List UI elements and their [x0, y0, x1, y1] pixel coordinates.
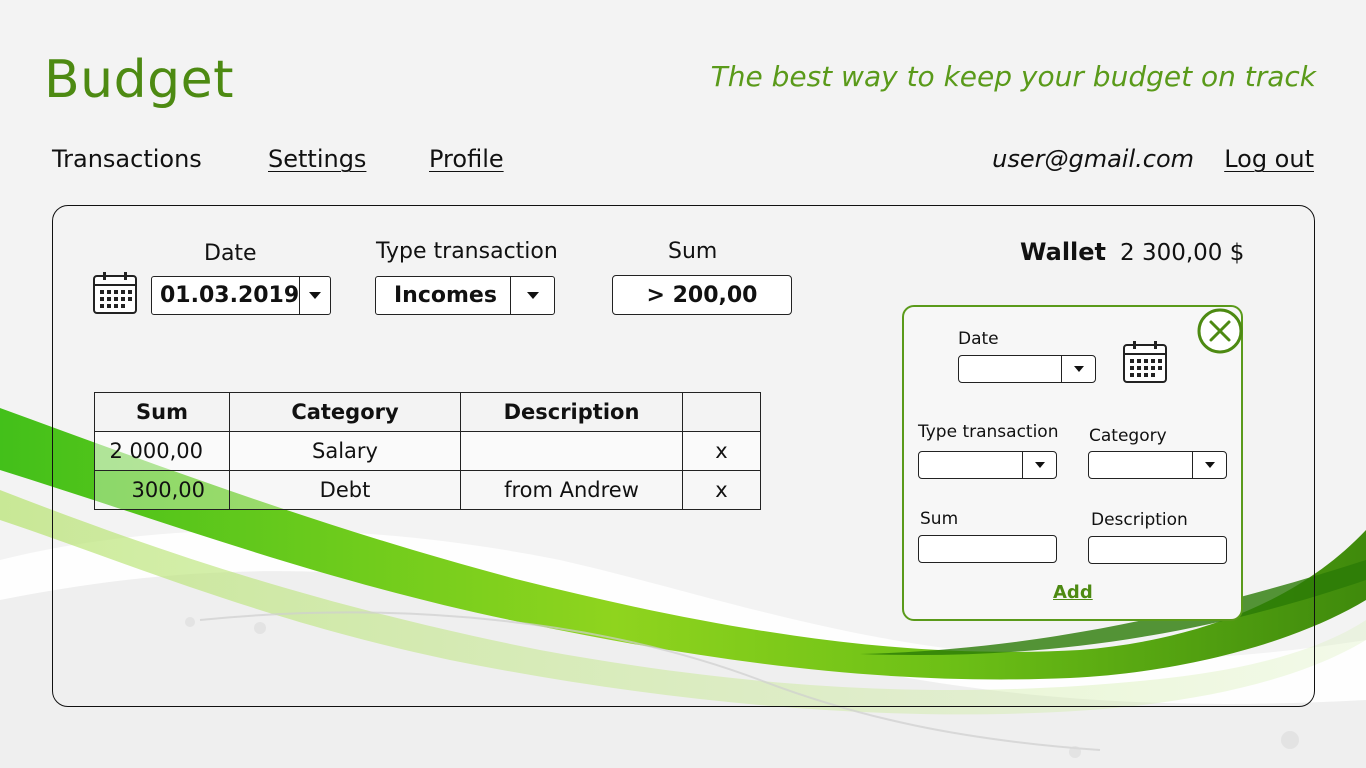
cell-category: Debt: [229, 470, 461, 510]
date-filter-label: Date: [204, 241, 257, 266]
sum-filter-value: > 200,00: [646, 282, 758, 308]
type-filter-label: Type transaction: [376, 239, 558, 264]
calendar-icon[interactable]: [92, 270, 138, 316]
dropdown-arrow-icon[interactable]: [1192, 452, 1226, 478]
add-category-label: Category: [1089, 426, 1167, 446]
col-category: Category: [229, 392, 461, 432]
add-date-label: Date: [958, 329, 999, 349]
add-type-label: Type transaction: [918, 422, 1059, 442]
transactions-table: Sum Category Description 2 000,00 Salary…: [94, 392, 761, 510]
col-description: Description: [460, 392, 683, 432]
dropdown-arrow-icon[interactable]: [510, 277, 554, 314]
sum-filter-input[interactable]: > 200,00: [612, 275, 792, 315]
date-filter-value: 01.03.2019: [160, 283, 300, 308]
add-sum-input[interactable]: [918, 535, 1057, 563]
logout-link[interactable]: Log out: [1224, 145, 1314, 173]
add-category-select[interactable]: [1088, 451, 1227, 479]
col-sum: Sum: [94, 392, 230, 432]
type-filter-select[interactable]: Incomes: [375, 276, 555, 315]
nav-transactions[interactable]: Transactions: [52, 145, 202, 173]
type-filter-value: Incomes: [394, 283, 497, 308]
calendar-icon[interactable]: [1122, 339, 1168, 385]
wallet-label: Wallet: [1020, 238, 1107, 266]
cell-category: Salary: [229, 431, 461, 471]
add-button[interactable]: Add: [1053, 582, 1093, 603]
delete-row-button[interactable]: x: [682, 470, 761, 510]
table-row: 2 000,00 Salary x: [94, 431, 761, 471]
cell-sum: 2 000,00: [94, 431, 230, 471]
nav-settings[interactable]: Settings: [268, 145, 366, 173]
add-type-select[interactable]: [918, 451, 1057, 479]
dropdown-arrow-icon[interactable]: [299, 277, 330, 314]
dropdown-arrow-icon[interactable]: [1022, 452, 1056, 478]
sum-filter-label: Sum: [668, 239, 718, 264]
add-date-select[interactable]: [958, 355, 1096, 383]
cell-sum: 300,00: [94, 470, 230, 510]
dropdown-arrow-icon[interactable]: [1061, 356, 1095, 382]
table-header-row: Sum Category Description: [94, 392, 761, 432]
col-actions: [682, 392, 761, 432]
add-description-label: Description: [1091, 510, 1188, 530]
wallet-value: 2 300,00 $: [1120, 240, 1245, 266]
user-email: user@gmail.com: [992, 145, 1194, 173]
date-filter-select[interactable]: 01.03.2019: [151, 276, 331, 315]
add-description-input[interactable]: [1088, 536, 1227, 564]
app-title: Budget: [44, 50, 235, 110]
delete-row-button[interactable]: x: [682, 431, 761, 471]
close-circle-icon[interactable]: [1196, 307, 1244, 355]
tagline: The best way to keep your budget on trac…: [710, 60, 1316, 93]
cell-description: [460, 431, 683, 471]
nav-profile[interactable]: Profile: [429, 145, 504, 173]
add-transaction-card: Date Type transaction Category Sum Descr…: [902, 305, 1243, 621]
add-sum-label: Sum: [920, 509, 959, 529]
cell-description: from Andrew: [460, 470, 683, 510]
table-row: 300,00 Debt from Andrew x: [94, 470, 761, 510]
